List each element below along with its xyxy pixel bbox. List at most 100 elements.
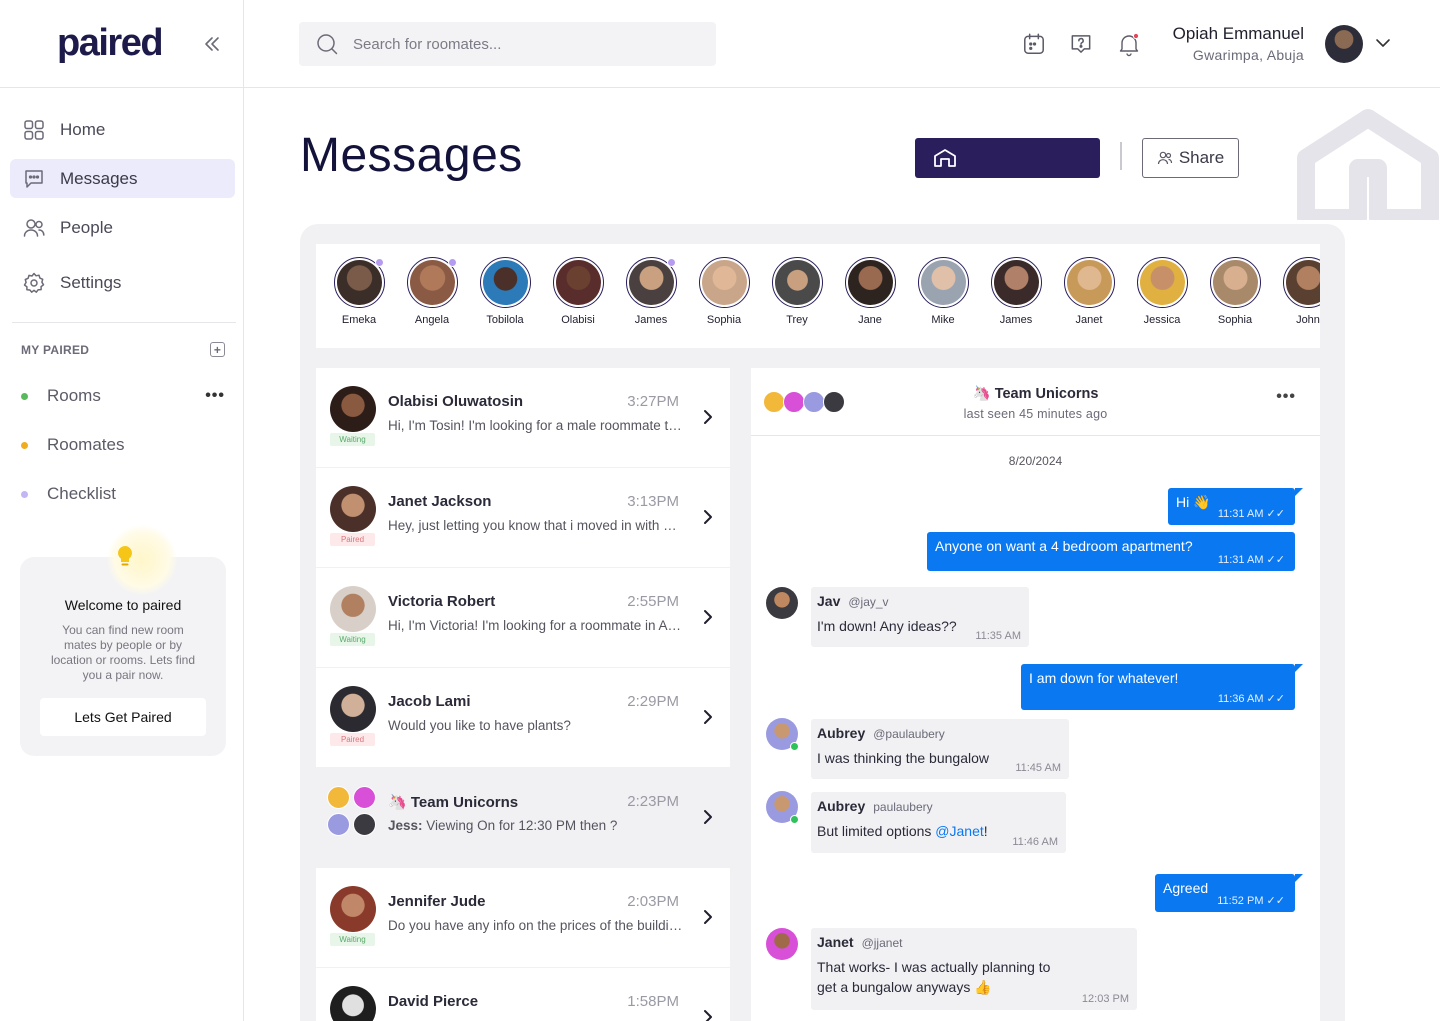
story-ring bbox=[1209, 257, 1261, 308]
online-indicator bbox=[790, 742, 799, 751]
message-time-text: 11:31 AM bbox=[1217, 554, 1264, 566]
avatar bbox=[993, 260, 1039, 305]
story-name: Jessica bbox=[1143, 314, 1181, 326]
incoming-message[interactable]: Jav @jay_v I'm down! Any ideas?? 11:35 AM bbox=[811, 587, 1029, 647]
conversation-item[interactable]: Paired Jacob Lami 2:29PM Would you like … bbox=[316, 668, 730, 767]
sender-avatar[interactable] bbox=[766, 928, 798, 960]
more-options-icon[interactable]: ••• bbox=[205, 387, 225, 405]
group-member-avatar bbox=[327, 786, 350, 809]
conversation-time: 2:23PM bbox=[627, 793, 679, 810]
lets-get-paired-button[interactable]: Lets Get Paired bbox=[40, 698, 206, 736]
outgoing-message[interactable]: I am down for whatever! 11:36 AM ✓✓ bbox=[1021, 664, 1303, 710]
conversation-item[interactable]: David Pierce 1:58PM bbox=[316, 968, 730, 1021]
user-avatar[interactable] bbox=[1325, 25, 1363, 63]
chat-last-seen: last seen 45 minutes ago bbox=[963, 407, 1108, 421]
sender-avatar[interactable] bbox=[766, 791, 799, 824]
incoming-message[interactable]: Aubrey paulaubery But limited options @Ja… bbox=[811, 792, 1066, 853]
calendar-icon[interactable] bbox=[1021, 31, 1047, 57]
incoming-message[interactable]: Janet @jjanet That works- I was actually … bbox=[811, 928, 1137, 1010]
nav-messages[interactable]: Messages bbox=[10, 159, 235, 198]
rooms-button[interactable] bbox=[915, 138, 1100, 178]
search-input[interactable] bbox=[353, 35, 673, 53]
story-olabisi[interactable]: Olabisi bbox=[550, 257, 606, 326]
sender-avatar[interactable] bbox=[766, 587, 798, 619]
chevron-down-icon[interactable] bbox=[1373, 33, 1393, 53]
story-name: James bbox=[634, 314, 668, 326]
conversation-item[interactable]: Paired Janet Jackson 3:13PM Hey, just le… bbox=[316, 468, 730, 567]
story-janet[interactable]: Janet bbox=[1061, 257, 1117, 326]
story-ring bbox=[625, 257, 677, 308]
story-name: Jane bbox=[858, 314, 882, 326]
bell-icon[interactable] bbox=[1116, 31, 1142, 57]
sender-handle: @jjanet bbox=[861, 936, 903, 950]
avatar bbox=[920, 260, 966, 305]
welcome-body: You can find new room mates by people or… bbox=[50, 623, 196, 682]
message-time: 12:03 PM bbox=[1081, 993, 1129, 1005]
chevron-right-icon bbox=[704, 510, 712, 524]
my-paired-title: MY PAIRED bbox=[21, 342, 90, 357]
group-label: Roomates bbox=[47, 435, 125, 454]
story-james-2[interactable]: James bbox=[988, 257, 1044, 326]
story-jane[interactable]: Jane bbox=[842, 257, 898, 326]
sender-avatar[interactable] bbox=[766, 718, 799, 751]
conversation-time: 2:29PM bbox=[627, 693, 679, 710]
conversation-preview: Hey, just letting you know that i moved … bbox=[388, 518, 686, 533]
message-time: 11:46 AM bbox=[1012, 836, 1058, 848]
app-logo[interactable]: paired bbox=[57, 22, 164, 65]
group-member-avatar bbox=[353, 813, 376, 836]
story-jessica[interactable]: Jessica bbox=[1134, 257, 1190, 326]
group-roomates[interactable]: Roomates bbox=[21, 435, 225, 455]
conversation-item-selected[interactable]: 🦄 Team Unicorns 2:23PM Jess: Viewing On … bbox=[316, 768, 730, 867]
status-badge: Waiting bbox=[330, 633, 375, 646]
chat-date-divider: 8/20/2024 bbox=[1008, 454, 1063, 468]
status-dot bbox=[21, 490, 28, 498]
nav-settings[interactable]: Settings bbox=[10, 263, 235, 302]
chat-title: 🦄 Team Unicorns bbox=[751, 385, 1320, 402]
message-time-text: 11:52 PM bbox=[1217, 895, 1264, 907]
nav-people[interactable]: People bbox=[10, 208, 235, 247]
outgoing-message[interactable]: Hi 👋 11:31 AM ✓✓ bbox=[1168, 488, 1303, 525]
story-name: John bbox=[1296, 314, 1320, 326]
conversation-name: 🦄 Team Unicorns bbox=[388, 793, 518, 811]
share-people-icon bbox=[1157, 151, 1172, 165]
story-james[interactable]: James bbox=[623, 257, 679, 326]
online-indicator bbox=[790, 815, 799, 824]
story-trey[interactable]: Trey bbox=[769, 257, 825, 326]
people-icon bbox=[23, 218, 45, 237]
user-mention[interactable]: @Janet bbox=[935, 823, 983, 839]
search-bar[interactable] bbox=[299, 22, 716, 66]
group-rooms[interactable]: Rooms ••• bbox=[21, 386, 225, 406]
help-icon[interactable] bbox=[1068, 31, 1094, 57]
story-ring bbox=[1063, 257, 1115, 308]
group-checklist[interactable]: Checklist bbox=[21, 484, 225, 504]
collapse-sidebar-icon[interactable] bbox=[200, 32, 224, 56]
story-mike[interactable]: Mike bbox=[915, 257, 971, 326]
avatar bbox=[330, 486, 376, 532]
incoming-message[interactable]: Aubrey @paulaubery I was thinking the bun… bbox=[811, 719, 1069, 779]
share-button[interactable]: Share bbox=[1142, 138, 1239, 178]
conversation-item[interactable]: Waiting Jennifer Jude 2:03PM Do you have… bbox=[316, 868, 730, 967]
story-angela[interactable]: Angela bbox=[404, 257, 460, 326]
add-group-icon[interactable]: + bbox=[210, 342, 225, 357]
story-john[interactable]: John bbox=[1280, 257, 1320, 326]
conversation-item[interactable]: Waiting Victoria Robert 2:55PM Hi, I'm V… bbox=[316, 568, 730, 667]
outgoing-message[interactable]: Anyone on want a 4 bedroom apartment? 11… bbox=[927, 532, 1295, 571]
story-tobilola[interactable]: Tobilola bbox=[477, 257, 533, 326]
conversation-name: Victoria Robert bbox=[388, 593, 496, 610]
conversation-item[interactable]: Waiting Olabisi Oluwatosin 3:27PM Hi, I'… bbox=[316, 368, 730, 467]
message-time-text: 11:36 AM bbox=[1217, 693, 1264, 705]
outgoing-message[interactable]: Agreed 11:52 PM ✓✓ bbox=[1155, 874, 1303, 912]
story-emeka[interactable]: Emeka bbox=[331, 257, 387, 326]
chat-options-icon[interactable]: ••• bbox=[1276, 388, 1296, 406]
message-text: I was thinking the bungalow bbox=[817, 750, 989, 766]
sidebar-divider bbox=[12, 322, 236, 323]
nav-home[interactable]: Home bbox=[10, 110, 235, 149]
story-sophia[interactable]: Sophia bbox=[696, 257, 752, 326]
story-name: Angela bbox=[414, 314, 450, 326]
story-sophia-2[interactable]: Sophia bbox=[1207, 257, 1263, 326]
my-paired-header: MY PAIRED + bbox=[21, 342, 225, 357]
group-label: Checklist bbox=[47, 484, 116, 503]
conversation-name: Jennifer Jude bbox=[388, 893, 486, 910]
conversation-name: Olabisi Oluwatosin bbox=[388, 393, 524, 410]
story-name: Mike bbox=[931, 314, 955, 326]
